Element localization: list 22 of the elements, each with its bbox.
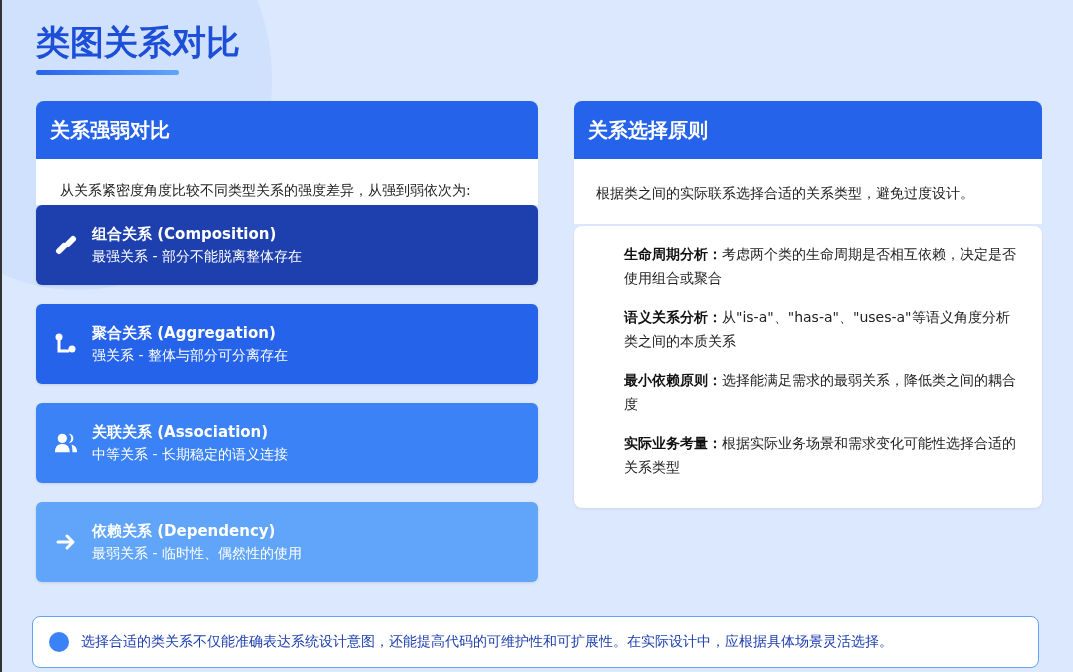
- principle-text: 语义关系分析：从"is-a"、"has-a"、"uses-a"等语义角度分析类之间的本质关系: [624, 308, 1011, 351]
- panel-intro: 从关系紧密度角度比较不同类型关系的强度差异，从强到弱依次为:: [36, 159, 538, 205]
- relation-description: 强关系 - 整体与部分可分离存在: [92, 346, 288, 365]
- relation-name: 聚合关系 (Aggregation): [92, 323, 277, 344]
- link-icon: [54, 233, 78, 257]
- principle-text: 实际业务考量：根据实际业务场景和需求变化可能性选择合适的关系类型: [624, 434, 1017, 477]
- principle-text: 生命周期分析：考虑两个类的生命周期是否相互依赖，决定是否使用组合或聚合: [624, 245, 1017, 288]
- users-icon: [54, 431, 78, 455]
- relation-description: 最弱关系 - 临时性、偶然性的使用: [92, 544, 302, 563]
- info-dot-icon: [49, 632, 69, 652]
- relation-description: 最强关系 - 部分不能脱离整体存在: [92, 247, 302, 266]
- relation-name: 组合关系 (Composition): [92, 224, 278, 245]
- panel-title: 关系选择原则: [574, 101, 1042, 159]
- note-text: 选择合适的类关系不仅能准确表达系统设计意图，还能提高代码的可维护性和可扩展性。在实际设计中，应根据具体场景灵活选择。: [81, 633, 893, 651]
- relation-name: 关联关系 (Association): [92, 422, 270, 443]
- principle-text: 最小依赖原则：选择能满足需求的最弱关系，降低类之间的耦合度: [624, 371, 1017, 414]
- relation-name: 依赖关系 (Dependency): [92, 521, 277, 542]
- branch-icon: [54, 332, 78, 356]
- page-title: 类图关系对比: [36, 21, 241, 64]
- panel-title: 关系强弱对比: [36, 101, 538, 159]
- relation-description: 中等关系 - 长期稳定的语义连接: [92, 445, 288, 464]
- panel-intro: 根据类之间的实际联系选择合适的关系类型，避免过度设计。: [574, 159, 1042, 224]
